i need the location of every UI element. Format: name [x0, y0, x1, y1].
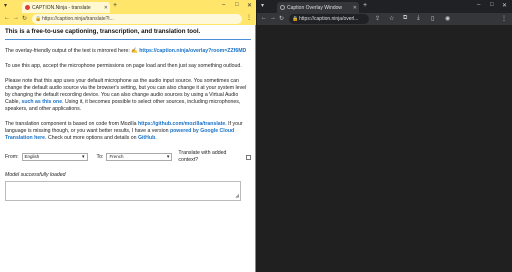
download-icon[interactable]: ⤓ — [417, 15, 420, 22]
maximize-icon[interactable]: □ — [490, 2, 494, 8]
reload-icon[interactable]: ↻ — [22, 15, 27, 22]
overlay-page-body — [257, 25, 512, 272]
translation-text-a: The translation component is based on co… — [5, 121, 137, 127]
right-tab-title: Caption Overlay Window — [287, 4, 343, 11]
menu-icon[interactable]: ⋮ — [246, 14, 252, 21]
translation-text-c: . Check out more options and details on — [45, 135, 137, 141]
overlay-text: The overlay-friendly output of the text … — [5, 48, 130, 54]
mozilla-link[interactable]: https://github.com/mozilla/translate — [138, 121, 225, 127]
extensions-icon[interactable]: ⧉ — [403, 15, 407, 22]
tab-search-icon[interactable]: ▾ — [4, 2, 7, 9]
back-icon[interactable]: ← — [261, 15, 267, 21]
close-window-icon[interactable]: ✕ — [247, 2, 252, 9]
instructions-paragraph: To use this app, accept the microphone p… — [5, 63, 242, 69]
from-label: From: — [5, 153, 19, 160]
forward-icon[interactable]: → — [13, 15, 19, 21]
left-url-text: https://caption.ninja/translate?l... — [42, 16, 114, 22]
desktop: ▾ CAPTION.Ninja - translate ✕ + – □ ✕ ← … — [0, 0, 512, 272]
page-content: This is a free-to-use captioning, transc… — [5, 28, 252, 201]
page-title: This is a free-to-use captioning, transc… — [5, 28, 251, 40]
bookmark-icon[interactable]: ☆ — [389, 15, 394, 22]
pencil-icon: ✍ — [131, 48, 138, 54]
lock-icon: 🔒 — [35, 16, 42, 22]
language-controls: From: English To: French Translate with … — [5, 150, 252, 164]
minimize-icon[interactable]: – — [477, 2, 480, 8]
close-icon[interactable]: ✕ — [104, 5, 108, 11]
overlay-paragraph: The overlay-friendly output of the text … — [5, 48, 251, 55]
forward-icon[interactable]: → — [270, 15, 276, 21]
minimize-icon[interactable]: – — [222, 2, 225, 8]
github-link[interactable]: GitHub — [138, 135, 155, 141]
profile-icon[interactable]: ◉ — [445, 15, 450, 22]
reload-icon[interactable]: ↻ — [279, 15, 284, 22]
left-active-tab[interactable]: CAPTION.Ninja - translate ✕ — [22, 2, 110, 13]
lock-icon: 🔒 — [292, 16, 299, 22]
left-browser-window: ▾ CAPTION.Ninja - translate ✕ + – □ ✕ ← … — [0, 0, 256, 272]
right-address-bar[interactable]: 🔒 https://caption.ninja/overl... — [289, 14, 369, 24]
maximize-icon[interactable]: □ — [235, 2, 239, 8]
sidebar-icon[interactable]: ▯ — [431, 15, 434, 22]
resize-grip-icon[interactable]: ◢ — [235, 193, 239, 200]
globe-icon — [280, 5, 285, 10]
right-browser-window: ▾ Caption Overlay Window ✕ + – □ ✕ ← → ↻… — [257, 0, 512, 272]
right-active-tab[interactable]: Caption Overlay Window ✕ — [277, 2, 359, 13]
status-text: Model successfully loaded — [5, 172, 66, 178]
transcript-textarea[interactable]: ◢ — [5, 181, 241, 201]
share-icon[interactable]: ⇪ — [375, 15, 380, 22]
right-url-text: https://caption.ninja/overl... — [299, 16, 359, 22]
back-icon[interactable]: ← — [4, 15, 10, 21]
ninja-favicon-icon — [25, 5, 30, 10]
context-label: Translate with added context? — [178, 150, 227, 163]
virtual-cable-link[interactable]: such as this one — [21, 99, 62, 105]
to-label: To: — [96, 153, 104, 160]
menu-icon[interactable]: ⋮ — [501, 15, 507, 22]
left-address-bar[interactable]: 🔒 https://caption.ninja/translate?l... — [32, 14, 242, 24]
overlay-link[interactable]: https://caption.ninja/overlay?room=ZZf6M… — [139, 48, 246, 54]
to-language-select[interactable]: French — [106, 153, 173, 161]
new-tab-icon[interactable]: + — [363, 2, 367, 9]
close-icon[interactable]: ✕ — [353, 5, 357, 11]
context-checkbox[interactable] — [246, 154, 252, 160]
microphone-paragraph: Please note that this app uses your defa… — [5, 78, 251, 113]
new-tab-icon[interactable]: + — [113, 2, 117, 9]
from-language-select[interactable]: English — [21, 153, 88, 161]
left-tab-title: CAPTION.Ninja - translate — [32, 4, 91, 11]
close-window-icon[interactable]: ✕ — [502, 2, 507, 9]
translation-paragraph: The translation component is based on co… — [5, 121, 251, 142]
tab-search-icon[interactable]: ▾ — [261, 2, 264, 9]
translation-text-d: . — [155, 135, 157, 141]
